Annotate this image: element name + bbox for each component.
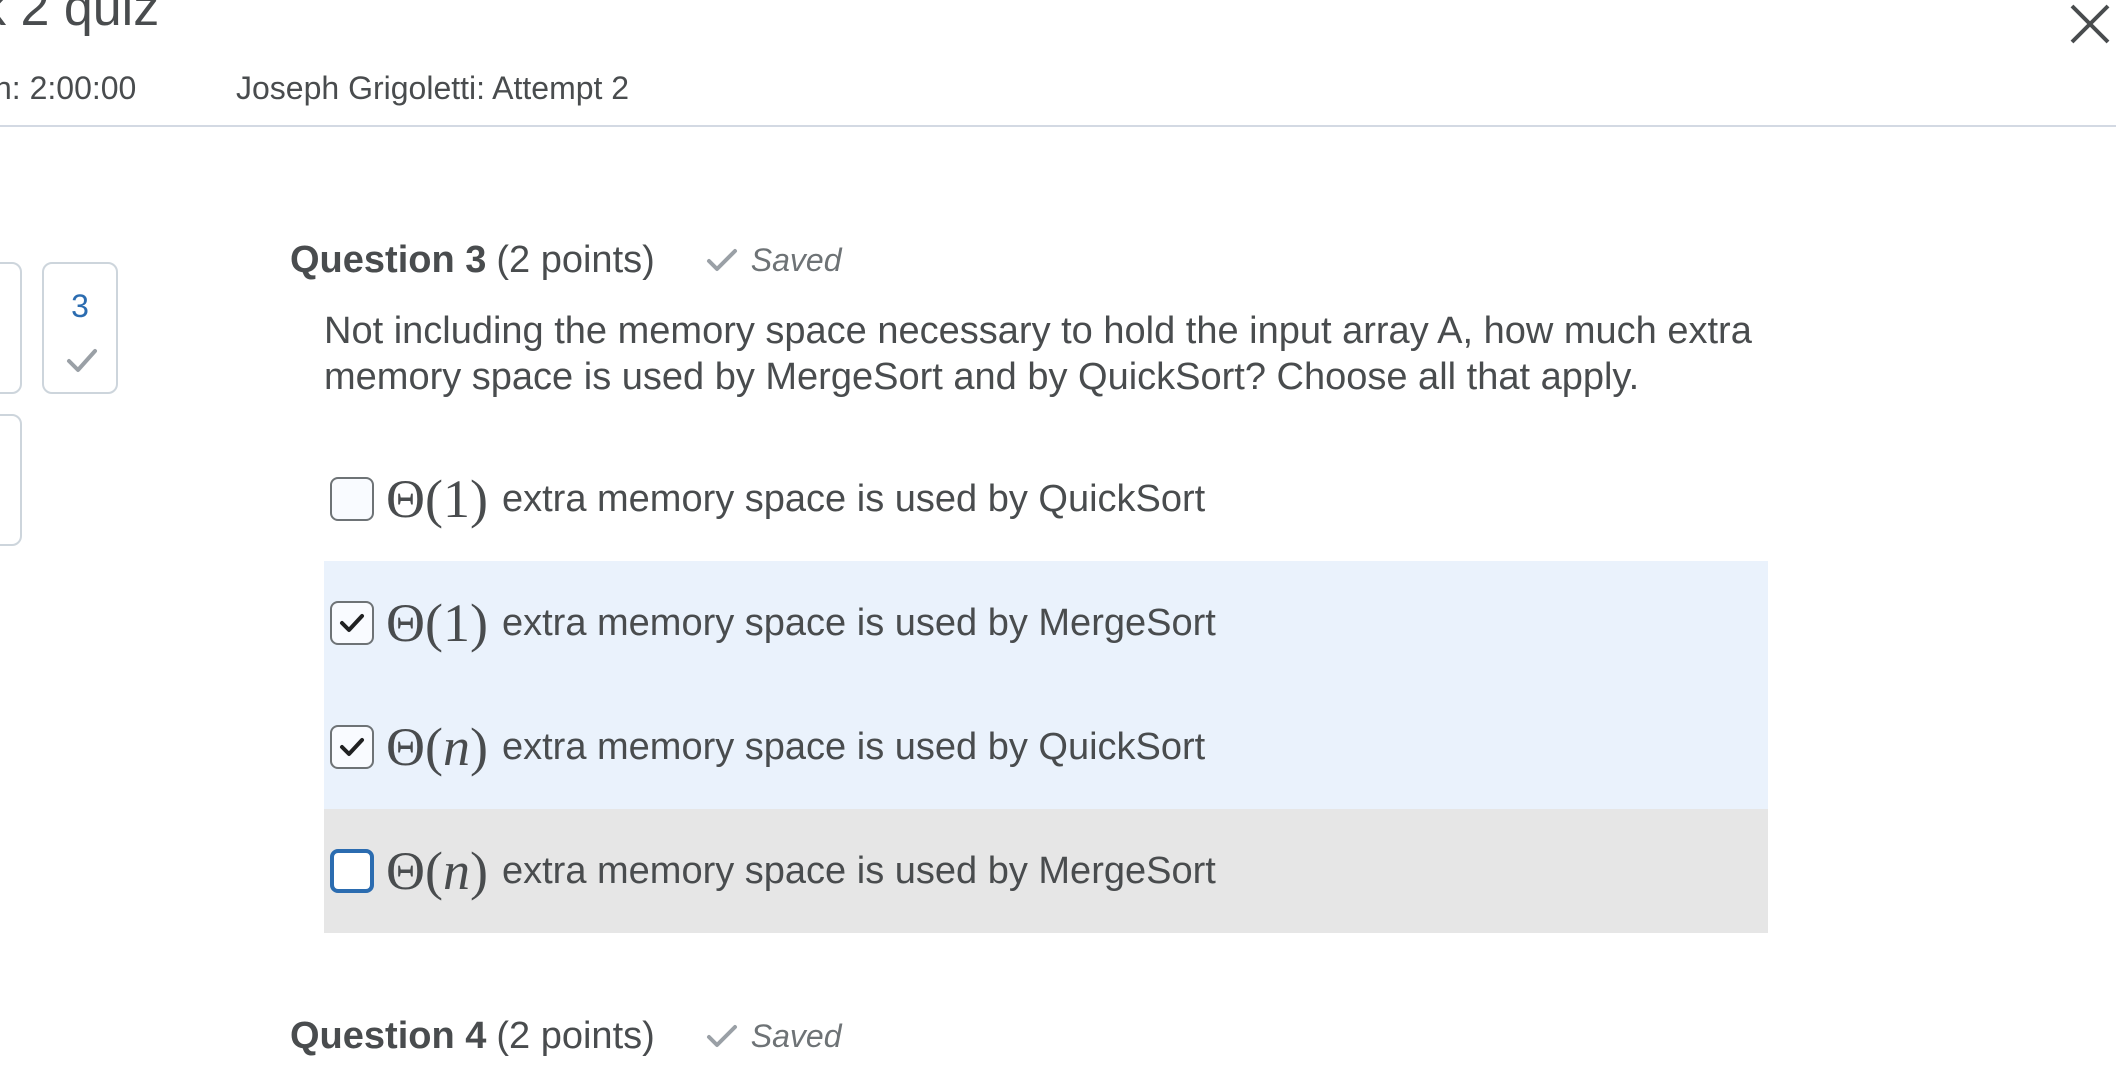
question-header: Question 3 (2 points) Saved: [290, 234, 842, 286]
time-limit: n: 2:00:00: [0, 70, 137, 106]
checkmark-icon: [340, 738, 364, 756]
close-icon[interactable]: [2066, 0, 2114, 48]
math-open: Θ(: [386, 841, 443, 901]
math-close: ): [469, 717, 488, 777]
option-label: extra memory space is used by MergeSort: [501, 849, 1216, 892]
question-points: (2 points): [496, 1014, 655, 1057]
math-open: Θ(: [386, 593, 443, 653]
saved-status: Saved: [705, 1018, 842, 1055]
math-close: ): [469, 469, 488, 529]
math-expression: Θ(1): [386, 468, 488, 530]
math-close: ): [469, 593, 488, 653]
answer-option[interactable]: Θ(n) extra memory space is used by Quick…: [324, 685, 1768, 809]
quiz-page: k 2 quiz n: 2:00:00 Joseph Grigoletti: A…: [0, 0, 2116, 1080]
question-nav-tile[interactable]: [0, 262, 22, 394]
math-close: ): [469, 841, 488, 901]
math-var: n: [442, 717, 470, 777]
math-expression: Θ(n): [386, 716, 488, 778]
checkbox-checked[interactable]: [330, 725, 374, 769]
quiz-title: k 2 quiz: [0, 0, 160, 37]
checkmark-icon: [706, 1025, 737, 1047]
math-var: 1: [442, 593, 470, 653]
option-label: extra memory space is used by MergeSort: [501, 601, 1216, 644]
answer-option[interactable]: Θ(1) extra memory space is used by Merge…: [324, 561, 1768, 685]
attempt-label: Joseph Grigoletti: Attempt 2: [236, 70, 630, 106]
question-title: Question 4: [290, 1014, 487, 1057]
saved-status-text: Saved: [750, 241, 842, 278]
option-label: extra memory space is used by QuickSort: [501, 725, 1206, 768]
question-nav-number: 3: [71, 288, 89, 324]
close-button[interactable]: [2066, 0, 2114, 48]
question-nav-tile[interactable]: [0, 414, 22, 546]
saved-status: Saved: [705, 242, 842, 279]
saved-status-text: Saved: [750, 1017, 842, 1054]
header-divider: [0, 125, 2116, 127]
math-var: n: [442, 841, 470, 901]
answer-option[interactable]: Θ(1) extra memory space is used by Quick…: [324, 437, 1768, 561]
question-text: Not including the memory space necessary…: [324, 310, 1752, 398]
answer-option[interactable]: Θ(n) extra memory space is used by Merge…: [324, 809, 1768, 933]
question-points: (2 points): [496, 238, 655, 281]
question-nav-tile-current[interactable]: 3: [42, 262, 118, 394]
math-var: 1: [442, 469, 470, 529]
checkbox-unchecked[interactable]: [330, 849, 374, 893]
checkbox-checked[interactable]: [330, 601, 374, 645]
checkmark-icon: [706, 249, 737, 271]
option-label: extra memory space is used by QuickSort: [501, 477, 1206, 520]
checkmark-icon: [340, 614, 364, 632]
checkmark-icon: [67, 349, 97, 372]
question-header: Question 4 (2 points) Saved: [290, 1010, 842, 1062]
checkbox-unchecked[interactable]: [330, 477, 374, 521]
math-expression: Θ(n): [386, 840, 488, 902]
math-open: Θ(: [386, 717, 443, 777]
question-title: Question 3: [290, 238, 487, 281]
math-open: Θ(: [386, 469, 443, 529]
math-expression: Θ(1): [386, 592, 488, 654]
